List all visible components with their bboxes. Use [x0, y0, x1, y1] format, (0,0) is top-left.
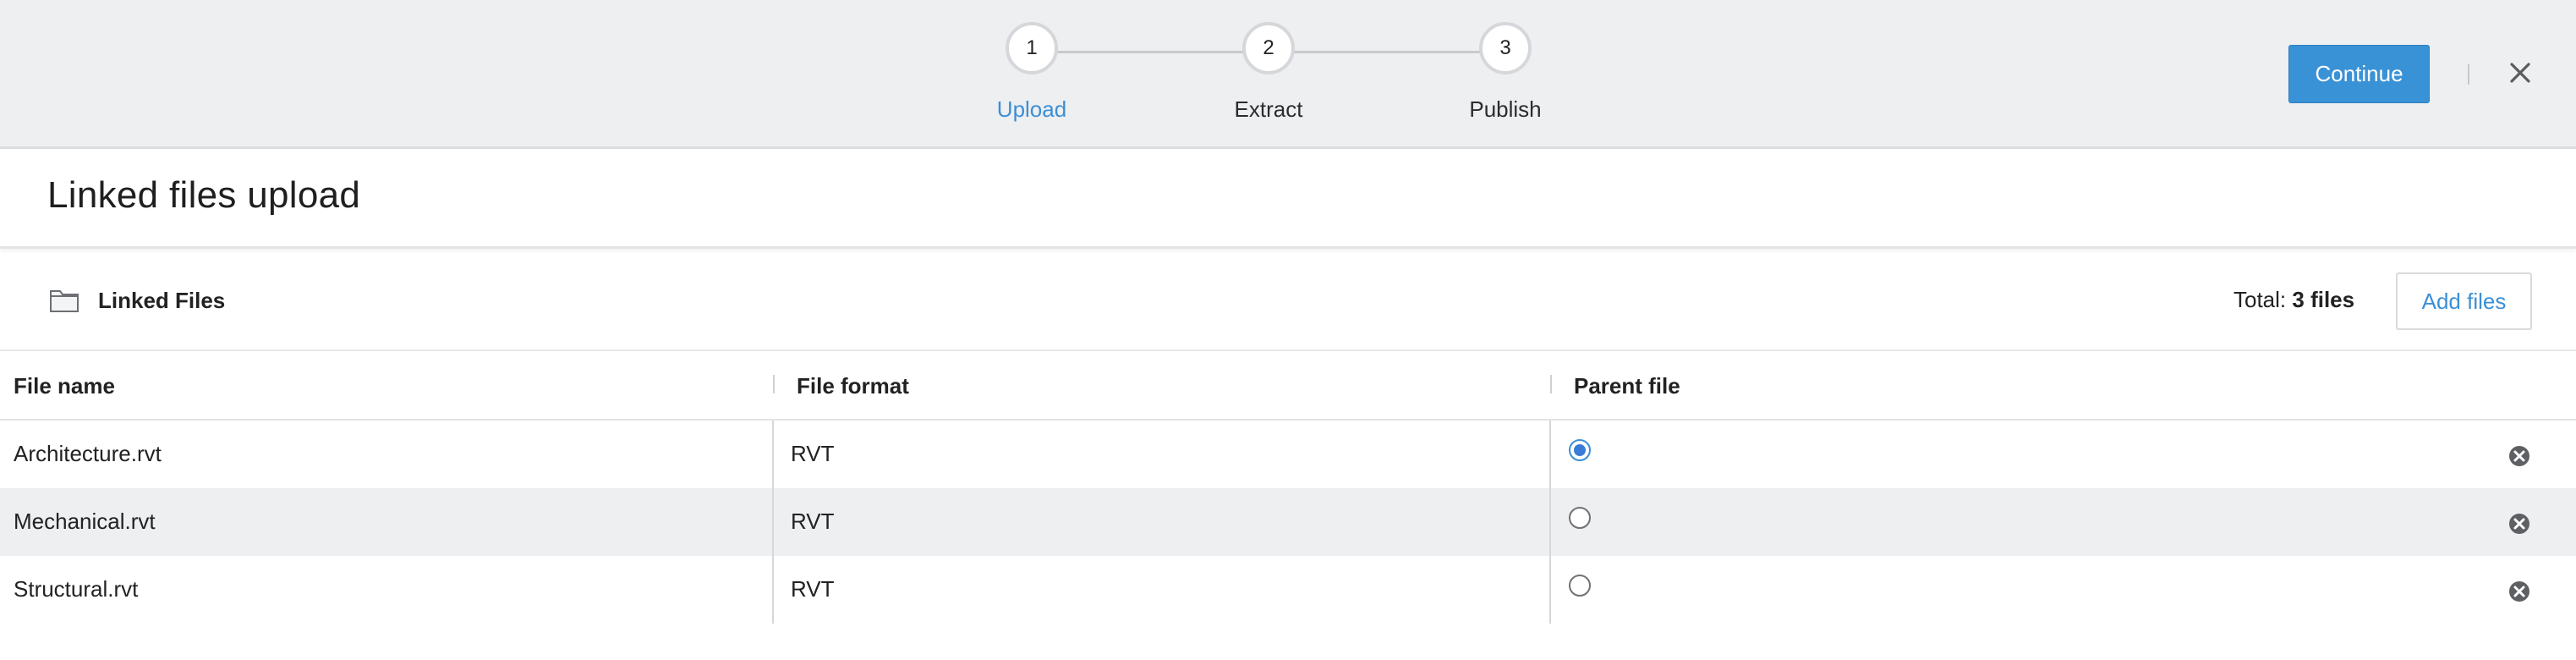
- add-files-button[interactable]: Add files: [2396, 272, 2532, 330]
- column-divider: [772, 556, 774, 624]
- folder-label: Linked Files: [98, 288, 226, 313]
- wizard-header: 1 Upload 2 Extract 3 Publish Continue: [0, 0, 2576, 149]
- column-header-parent-file[interactable]: Parent file: [1574, 373, 1680, 399]
- column-resize-handle[interactable]: [1550, 375, 1552, 393]
- step-upload[interactable]: 1 Upload: [939, 22, 1125, 123]
- column-divider: [1549, 488, 1551, 556]
- column-divider: [1549, 421, 1551, 488]
- step-number: 1: [1006, 22, 1058, 74]
- linked-files-table: File name File format Parent file Archit…: [0, 351, 2576, 624]
- folder-icon: [50, 290, 79, 312]
- parent-file-radio[interactable]: [1569, 507, 1591, 529]
- stepper: 1 Upload 2 Extract 3 Publish: [997, 22, 1598, 132]
- file-name-cell: Architecture.rvt: [14, 441, 162, 466]
- step-publish[interactable]: 3 Publish: [1412, 22, 1598, 123]
- column-header-file-format[interactable]: File format: [797, 373, 909, 399]
- step-label: Upload: [996, 96, 1067, 122]
- close-button[interactable]: [2503, 56, 2537, 90]
- remove-file-icon[interactable]: [2507, 444, 2531, 468]
- file-format-cell: RVT: [791, 441, 835, 466]
- table-row: Architecture.rvt RVT: [0, 421, 2576, 488]
- table-header: File name File format Parent file: [0, 351, 2576, 421]
- files-toolbar: Linked Files Total: 3 files Add files: [0, 249, 2576, 351]
- close-icon: [2510, 63, 2530, 83]
- total-count: Total: 3 files: [2233, 287, 2354, 313]
- column-header-file-name[interactable]: File name: [14, 373, 115, 399]
- header-divider: [2468, 64, 2469, 85]
- column-resize-handle[interactable]: [773, 375, 775, 393]
- continue-button[interactable]: Continue: [2288, 45, 2430, 103]
- title-bar: Linked files upload: [0, 149, 2576, 249]
- file-format-cell: RVT: [791, 509, 835, 534]
- step-number: 2: [1242, 22, 1295, 74]
- remove-file-icon[interactable]: [2507, 512, 2531, 536]
- total-prefix: Total:: [2233, 287, 2287, 312]
- column-divider: [772, 488, 774, 556]
- step-extract[interactable]: 2 Extract: [1176, 22, 1362, 123]
- remove-file-icon[interactable]: [2507, 580, 2531, 603]
- total-value: 3 files: [2292, 287, 2355, 312]
- table-row: Mechanical.rvt RVT: [0, 488, 2576, 556]
- step-number: 3: [1479, 22, 1532, 74]
- file-name-cell: Mechanical.rvt: [14, 509, 156, 534]
- column-divider: [772, 421, 774, 488]
- parent-file-radio[interactable]: [1569, 439, 1591, 461]
- column-divider: [1549, 556, 1551, 624]
- step-label: Extract: [1234, 96, 1303, 122]
- file-format-cell: RVT: [791, 576, 835, 602]
- file-name-cell: Structural.rvt: [14, 576, 139, 602]
- page-title: Linked files upload: [47, 174, 361, 216]
- table-row: Structural.rvt RVT: [0, 556, 2576, 624]
- parent-file-radio[interactable]: [1569, 575, 1591, 597]
- step-label: Publish: [1469, 96, 1542, 122]
